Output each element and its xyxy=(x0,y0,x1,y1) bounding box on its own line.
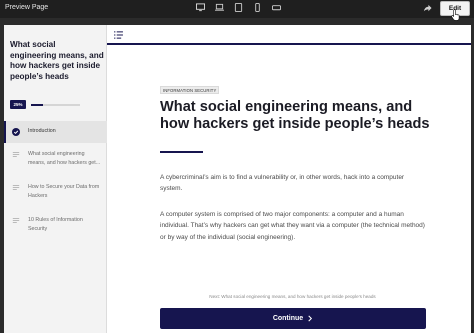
lesson-label: How to Secure your Data from Hackers xyxy=(28,184,100,199)
preview-page-title: Preview Page xyxy=(5,4,49,11)
progress-badge: 25% xyxy=(10,100,26,109)
chevron-right-icon xyxy=(308,315,313,322)
lesson-label: 10 Rules of Information Security xyxy=(28,217,83,232)
check-circle-icon xyxy=(12,128,20,136)
progress-bar xyxy=(31,104,80,106)
continue-button[interactable]: Continue xyxy=(160,308,426,329)
lesson-heading: What social engineering means, and how h… xyxy=(160,99,430,132)
active-indicator xyxy=(4,121,6,143)
lesson-item-social-engineering[interactable]: What social engineering means, and how h… xyxy=(4,149,107,171)
lesson-sidebar: What social engineering means, and how h… xyxy=(4,25,107,333)
lesson-item-secure-data[interactable]: How to Secure your Data from Hackers xyxy=(4,182,107,204)
laptop-icon[interactable] xyxy=(215,3,224,12)
lesson-header-bar xyxy=(107,25,471,45)
menu-list-icon[interactable] xyxy=(114,31,123,39)
text-lines-icon xyxy=(12,152,20,157)
category-tag: INFORMATION SECURITY xyxy=(160,86,220,94)
continue-label: Continue xyxy=(272,315,304,322)
heading-divider xyxy=(160,151,203,153)
lesson-content: INFORMATION SECURITY What social enginee… xyxy=(107,25,471,333)
text-lines-icon xyxy=(12,218,20,223)
lesson-item-information-security-rules[interactable]: 10 Rules of Information Security xyxy=(4,215,107,237)
body-paragraph: A computer system is comprised of two ma… xyxy=(160,211,425,241)
text-lines-icon xyxy=(12,185,20,190)
course-title: What social engineering means, and how h… xyxy=(10,40,104,82)
progress-bar-fill xyxy=(31,104,44,106)
phone-landscape-icon[interactable] xyxy=(272,3,281,12)
body-paragraph: A cybercriminal’s aim is to find a vulne… xyxy=(160,174,405,193)
lesson-label: Introduction xyxy=(28,128,56,134)
device-switcher xyxy=(196,3,281,12)
lesson-label: What social engineering means, and how h… xyxy=(28,151,101,166)
hand-cursor-icon xyxy=(451,9,460,21)
desktop-icon[interactable] xyxy=(196,3,205,12)
lesson-item-introduction[interactable]: Introduction xyxy=(4,121,107,143)
phone-portrait-icon[interactable] xyxy=(253,3,262,12)
share-icon[interactable] xyxy=(423,4,432,13)
preview-toolbar: Preview Page Edit xyxy=(0,0,474,21)
tablet-landscape-icon[interactable] xyxy=(234,3,243,12)
next-lesson-label: Next: What social engineering means, and… xyxy=(209,294,376,299)
course-preview-frame: What social engineering means, and how h… xyxy=(4,25,471,333)
